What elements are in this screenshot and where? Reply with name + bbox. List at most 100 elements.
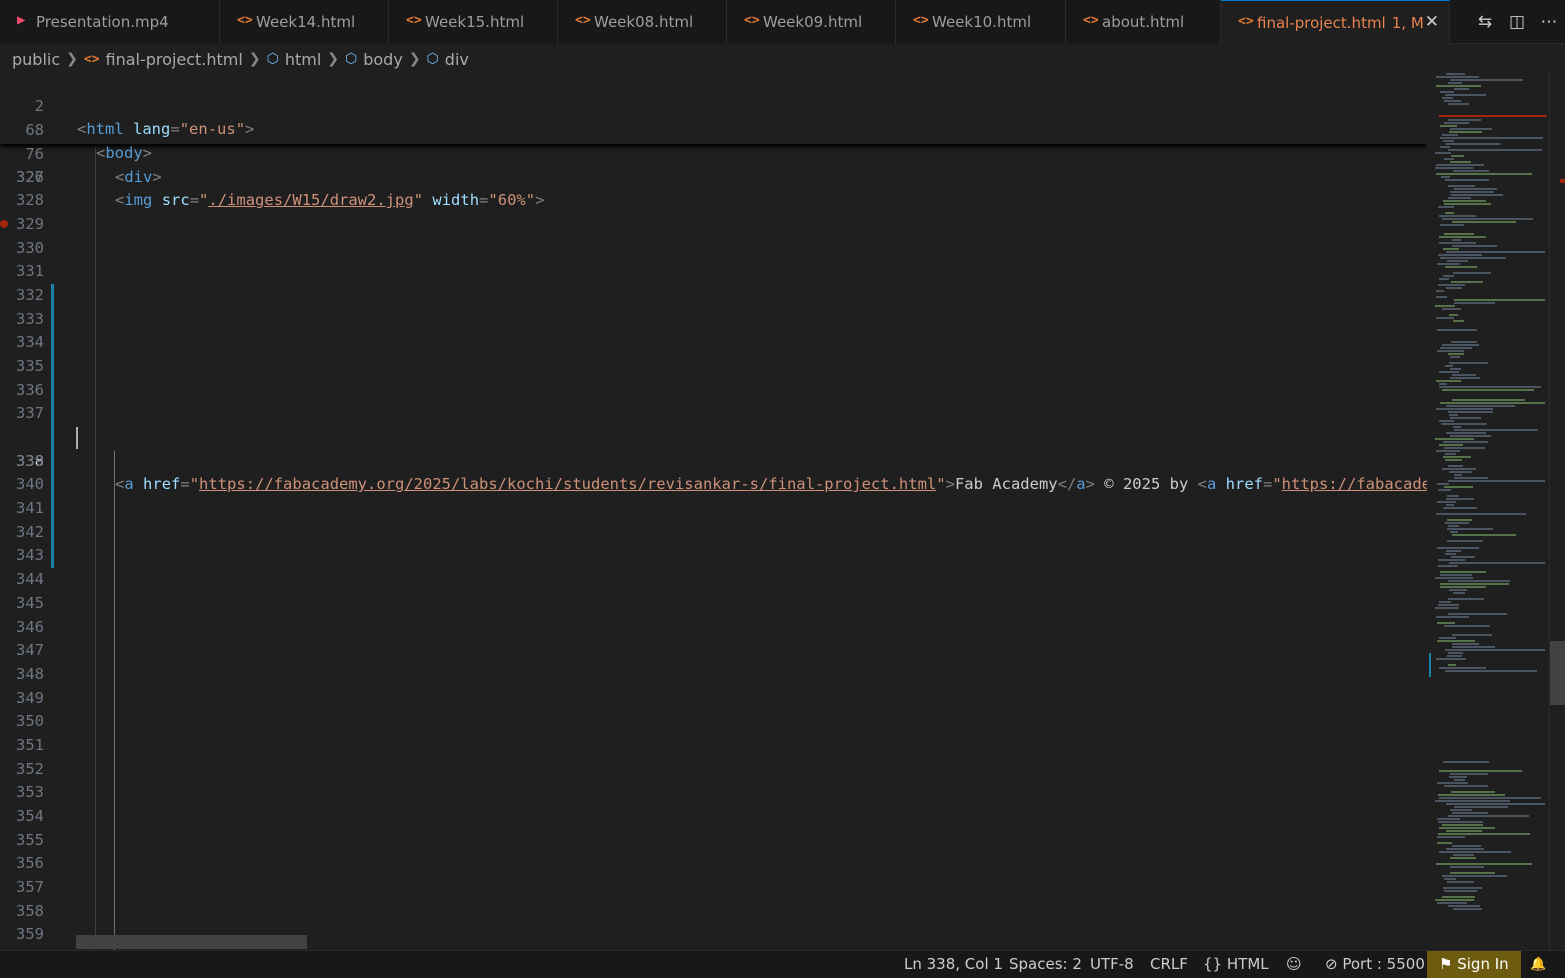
minimap-line [1445, 459, 1462, 461]
minimap-line [1448, 411, 1493, 413]
code-line: 343 [0, 544, 1427, 568]
encoding-setting[interactable]: UTF-8 [1090, 951, 1134, 978]
minimap-line [1442, 218, 1533, 220]
minimap-line [1436, 317, 1454, 319]
breadcrumb-item-div[interactable]: div [445, 50, 469, 69]
minimap-line [1454, 88, 1469, 90]
tab-week09[interactable]: <> Week09.html [727, 0, 896, 44]
tab-week14[interactable]: <> Week14.html [220, 0, 389, 44]
sign-in-label: Sign In [1457, 955, 1509, 973]
close-icon[interactable]: ✕ [1425, 12, 1439, 32]
line-number: 330 [16, 239, 44, 257]
sticky-line[interactable]: 2 <html lang="en-us"> [0, 71, 1427, 139]
code-line: 330 [0, 237, 1427, 261]
minimap-line [1440, 137, 1543, 139]
minimap-line [1448, 82, 1462, 84]
minimap-line [1444, 100, 1461, 102]
breadcrumb-item-file[interactable]: final-project.html [106, 50, 243, 69]
compare-changes-icon[interactable]: ⇆ [1469, 12, 1501, 32]
minimap-line [1439, 601, 1451, 603]
minimap-line [1454, 302, 1495, 304]
minimap-line [1448, 815, 1529, 817]
minimap-line [1447, 881, 1474, 883]
chevron-right-icon: ❯ [248, 51, 261, 67]
vertical-scrollbar[interactable] [1549, 71, 1565, 950]
minimap-line [1450, 531, 1458, 533]
line-number: 335 [16, 357, 44, 375]
minimap-line [1440, 257, 1506, 259]
code-line: 354 [0, 805, 1427, 829]
minimap-line [1447, 528, 1493, 530]
vertical-scrollbar-thumb[interactable] [1550, 641, 1565, 705]
minimap-line [1436, 76, 1479, 78]
minimap-line [1449, 362, 1488, 364]
minimap-line [1444, 233, 1474, 235]
language-label: HTML [1226, 955, 1269, 973]
minimap-line [1449, 131, 1482, 133]
symbol-element-icon: ⬡ [345, 51, 358, 67]
copilot-icon[interactable]: ☺ [1286, 951, 1302, 978]
minimap-line [1450, 356, 1460, 358]
code-editor[interactable]: 326 <img src="./images/W15/draw2.jpg" wi… [0, 71, 1427, 950]
minimap-line [1439, 383, 1447, 385]
minimap[interactable] [1427, 71, 1549, 950]
minimap-line [1443, 248, 1459, 250]
minimap-line [1454, 429, 1538, 431]
sticky-line[interactable]: 76 <div> [0, 119, 1427, 187]
minimap-line [1445, 266, 1477, 268]
minimap-line [1442, 308, 1461, 310]
minimap-line [1438, 559, 1465, 561]
line-number: 358 [16, 902, 44, 920]
sticky-line[interactable]: 68 <body> [0, 95, 1427, 163]
sticky-scroll[interactable]: 2 <html lang="en-us"> 68 <body> 76 <div> [0, 71, 1427, 187]
minimap-line [1444, 447, 1485, 449]
horizontal-scrollbar-thumb[interactable] [76, 935, 307, 949]
minimap-line [1450, 809, 1472, 811]
indentation-setting[interactable]: Spaces: 2 [1009, 951, 1082, 978]
live-server-port[interactable]: ⊘ Port : 5500 [1325, 951, 1425, 978]
line-number: 332 [16, 286, 44, 304]
minimap-line [1448, 465, 1463, 467]
tab-label: Week09.html [763, 13, 863, 31]
html-file-icon: <> [575, 13, 591, 28]
minimap-line [1440, 146, 1450, 148]
minimap-line [1439, 851, 1511, 853]
tab-week15[interactable]: <> Week15.html [389, 0, 558, 44]
minimap-line [1452, 399, 1525, 401]
tab-final-project[interactable]: <> final-project.html 1, M ✕ [1221, 0, 1450, 45]
minimap-line [1451, 791, 1495, 793]
minimap-line [1436, 408, 1493, 410]
language-mode[interactable]: {} HTML [1203, 951, 1269, 978]
minimap-line [1448, 353, 1464, 355]
minimap-line [1444, 890, 1477, 892]
sign-in-button[interactable]: ⚑ Sign In [1427, 951, 1521, 978]
bell-icon[interactable]: 🔔 [1530, 951, 1546, 978]
scrollbar-error-marker [1560, 179, 1565, 183]
breadcrumb-item-body[interactable]: body [363, 50, 403, 69]
breadcrumb-item-html[interactable]: html [285, 50, 321, 69]
minimap-line [1443, 200, 1486, 202]
minimap-line [1446, 143, 1500, 145]
tab-about[interactable]: <> about.html [1066, 0, 1221, 44]
tab-presentation[interactable]: ▶ Presentation.mp4 [0, 0, 220, 44]
minimap-line [1453, 592, 1465, 594]
split-editor-icon[interactable]: ◫ [1501, 12, 1533, 32]
minimap-line [1446, 803, 1545, 805]
code-line: 327 [0, 166, 1427, 190]
minimap-line [1439, 770, 1522, 772]
tab-week10[interactable]: <> Week10.html [896, 0, 1066, 44]
tab-week08[interactable]: <> Week08.html [558, 0, 727, 44]
minimap-line [1448, 664, 1456, 666]
minimap-line [1438, 206, 1454, 208]
more-actions-icon[interactable]: ⋯ [1533, 12, 1565, 32]
symbol-element-icon: ⬡ [426, 51, 439, 67]
cursor-position[interactable]: Ln 338, Col 1 [904, 951, 1003, 978]
code-line: 334 [0, 331, 1427, 355]
eol-setting[interactable]: CRLF [1150, 951, 1188, 978]
minimap-line [1441, 176, 1450, 178]
minimap-line [1440, 125, 1457, 127]
line-number: 340 [16, 475, 44, 493]
minimap-line [1450, 368, 1461, 370]
breadcrumb-item-public[interactable]: public [12, 50, 60, 69]
minimap-line [1438, 254, 1482, 256]
